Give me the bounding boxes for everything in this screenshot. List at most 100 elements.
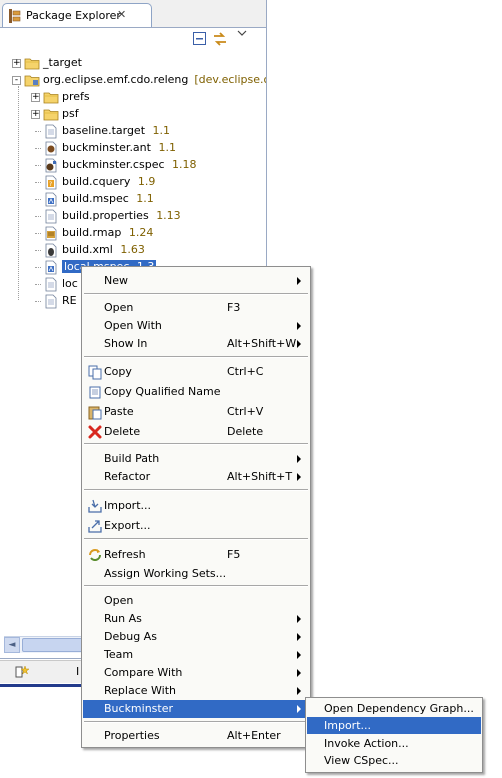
tree-item-build-properties[interactable]: build.properties 1.13: [0, 208, 266, 225]
submenu-arrow-icon: [297, 687, 301, 695]
menu-item-copy-qualified-name[interactable]: Copy Qualified Name: [83, 383, 309, 401]
file-icon: [43, 209, 59, 224]
close-icon[interactable]: ✕: [117, 8, 126, 21]
mspec-icon: [43, 192, 59, 207]
tree-guide-line: [35, 131, 41, 132]
buckminster-icon: [43, 141, 59, 156]
tree-guide-line: [35, 182, 41, 183]
revision-label: 1.24: [128, 226, 154, 239]
package-explorer-icon: [8, 9, 21, 26]
revision-label: 1.13: [156, 209, 181, 222]
submenu-arrow-icon: [297, 705, 301, 713]
expand-icon[interactable]: +: [31, 93, 40, 102]
link-with-editor-icon[interactable]: [212, 31, 228, 47]
menu-item-run-as[interactable]: Run As: [83, 610, 309, 628]
pin-icon[interactable]: [14, 664, 30, 683]
submenu-item-import[interactable]: Import...: [307, 717, 481, 734]
menu-separator: [84, 293, 308, 295]
menu-item-label: Build Path: [104, 452, 160, 465]
menu-item-compare-with[interactable]: Compare With: [83, 664, 309, 682]
menu-item-buckminster[interactable]: Buckminster: [83, 700, 309, 718]
tree-item-text: org.eclipse.emf.cdo.releng [dev.eclipse.o: [43, 73, 266, 86]
tab-package-explorer[interactable]: Package Explorer ✕: [2, 3, 152, 27]
tree-item-label: build.mspec 1.1: [62, 192, 154, 205]
menu-item-debug-as[interactable]: Debug As: [83, 628, 309, 646]
submenu-item-view-cspec[interactable]: View CSpec...: [307, 752, 481, 769]
menu-item-label: Paste: [104, 405, 134, 418]
menu-item-team[interactable]: Team: [83, 646, 309, 664]
menu-item-export[interactable]: Export...: [83, 517, 309, 535]
menu-item-paste[interactable]: Paste Ctrl+V: [83, 403, 309, 421]
menu-item-label: Assign Working Sets...: [104, 567, 227, 580]
menu-item-label: Export...: [104, 519, 151, 532]
menu-item-open-with[interactable]: Open With: [83, 317, 309, 335]
submenu-arrow-icon: [297, 277, 301, 285]
copy-icon: [87, 364, 103, 380]
tree-item-label: buckminster.ant 1.1: [62, 141, 176, 154]
menu-item-replace-with[interactable]: Replace With: [83, 682, 309, 700]
menu-item-label: Open With: [104, 319, 162, 332]
view-menu-icon[interactable]: [236, 28, 252, 44]
submenu-item-open-dependency-graph[interactable]: Open Dependency Graph...: [307, 700, 481, 717]
tree-item-build-mspec[interactable]: build.mspec 1.1: [0, 191, 266, 208]
menu-item-label: Delete: [104, 425, 141, 438]
menu-separator: [84, 721, 308, 723]
collapse-all-icon[interactable]: [192, 31, 208, 47]
menu-item-label: Run As: [104, 612, 142, 625]
tree-item-build-cquery[interactable]: ? build.cquery 1.9: [0, 174, 266, 191]
tree-item-label: build.cquery 1.9: [62, 175, 156, 188]
submenu-arrow-icon: [297, 615, 301, 623]
ant-icon: [43, 243, 59, 258]
collapse-icon[interactable]: -: [12, 76, 21, 85]
expand-icon[interactable]: +: [12, 59, 21, 68]
tree-guide-line: [35, 165, 41, 166]
tree-item-baseline-target[interactable]: baseline.target 1.1: [0, 123, 266, 140]
menu-item-copy[interactable]: Copy Ctrl+C: [83, 363, 309, 381]
tree-item-target[interactable]: + _target: [0, 55, 266, 72]
context-menu: New Open F3 Open With Show In Alt+Shift+W Copy…: [81, 266, 311, 748]
submenu-item-invoke-action[interactable]: Invoke Action...: [307, 735, 481, 752]
menu-item-open[interactable]: Open: [83, 592, 309, 610]
menu-item-delete[interactable]: Delete Delete: [83, 423, 309, 441]
tree-guide-line: [35, 284, 41, 285]
submenu-arrow-icon: [297, 633, 301, 641]
menu-item-build-path[interactable]: Build Path: [83, 450, 309, 468]
menu-item-show-in[interactable]: Show In Alt+Shift+W: [83, 335, 309, 353]
menu-item-properties[interactable]: Properties Alt+Enter: [83, 727, 309, 745]
paste-icon: [87, 404, 103, 420]
submenu-arrow-icon: [297, 322, 301, 330]
tree-item-build-rmap[interactable]: build.rmap 1.24: [0, 225, 266, 242]
tree-item-text: buckminster.ant 1.1: [62, 141, 176, 154]
menu-item-import[interactable]: Import...: [83, 497, 309, 515]
menu-separator: [84, 489, 308, 491]
tree-item-build-xml[interactable]: build.xml 1.63: [0, 242, 266, 259]
view-toolbar: [0, 28, 266, 50]
import-icon: [87, 498, 103, 514]
tree-item-org-eclipse-emf-cdo-releng[interactable]: - org.eclipse.emf.cdo.releng [dev.eclipse.…: [0, 72, 266, 89]
menu-item-new[interactable]: New: [83, 272, 309, 290]
tree-item-buckminster-ant[interactable]: buckminster.ant 1.1: [0, 140, 266, 157]
scroll-left-icon[interactable]: ◄: [4, 637, 20, 653]
tree-item-buckminster-cspec[interactable]: buckminster.cspec 1.18: [0, 157, 266, 174]
mspec-icon: [43, 260, 59, 275]
tree-item-text: build.mspec 1.1: [62, 192, 154, 205]
svg-text:?: ?: [49, 181, 52, 188]
tree-item-label: org.eclipse.emf.cdo.releng: [43, 73, 189, 86]
tree-item-prefs[interactable]: + prefs: [0, 89, 266, 106]
menu-item-label: Refresh: [104, 548, 146, 561]
menu-item-refactor[interactable]: Refactor Alt+Shift+T: [83, 468, 309, 486]
expand-icon[interactable]: +: [31, 110, 40, 119]
tree-item-text: psf: [62, 107, 79, 120]
tree-item-psf[interactable]: + psf: [0, 106, 266, 123]
tree-item-label: build.rmap 1.24: [62, 226, 154, 239]
tab-label: Package Explorer: [26, 9, 121, 22]
revision-label: 1.1: [136, 192, 154, 205]
menu-item-label: Team: [104, 648, 134, 661]
menu-item-assign-working-sets[interactable]: Assign Working Sets...: [83, 565, 309, 583]
tree-item-label: buckminster.cspec 1.18: [62, 158, 197, 171]
menu-item-refresh[interactable]: Refresh F5: [83, 546, 309, 564]
folder-icon: [43, 90, 59, 105]
tree-item-text: baseline.target 1.1: [62, 124, 170, 137]
menu-item-open[interactable]: Open F3: [83, 299, 309, 317]
submenu-item-label: Open Dependency Graph...: [324, 702, 474, 715]
